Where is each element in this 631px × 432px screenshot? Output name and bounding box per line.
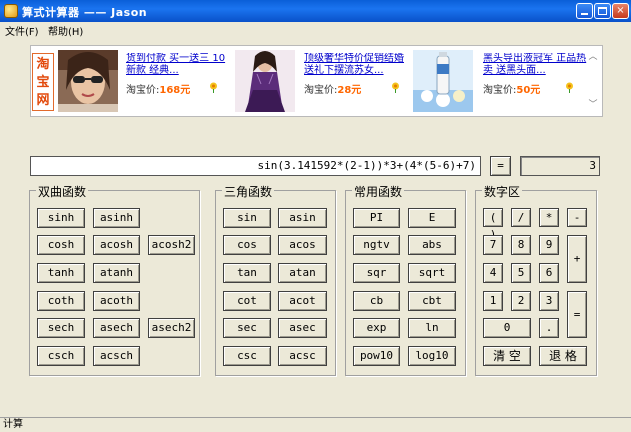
- ad-scroll-up-icon[interactable]: ︿: [587, 52, 599, 62]
- hyperbolic-group-title: 双曲函数: [36, 183, 89, 200]
- key-8-button[interactable]: 8: [511, 235, 531, 255]
- maximize-icon: [598, 7, 607, 15]
- ad-title-1[interactable]: 货到付款 买一送三 10新款 经典...: [126, 53, 234, 77]
- func-acsc-button[interactable]: acsc: [278, 346, 327, 366]
- key-parentheses-button[interactable]: ( ): [483, 208, 503, 241]
- key-0-button[interactable]: 0: [483, 318, 531, 338]
- digits-group-title: 数字区: [482, 183, 523, 200]
- equals-button[interactable]: =: [490, 156, 511, 176]
- func-csch-button[interactable]: csch: [37, 346, 85, 366]
- func-cb-button[interactable]: cb: [353, 291, 400, 311]
- ad-price-prefix: 淘宝价:: [483, 85, 517, 96]
- func-pow10-button[interactable]: pow10: [353, 346, 400, 366]
- func-tanh-button[interactable]: tanh: [37, 263, 85, 283]
- func-atan-button[interactable]: atan: [278, 263, 327, 283]
- func-abs-button[interactable]: abs: [408, 235, 456, 255]
- common-group-title: 常用函数: [352, 183, 405, 200]
- func-sec-button[interactable]: sec: [223, 318, 271, 338]
- flower-icon: [210, 82, 217, 93]
- func-tan-button[interactable]: tan: [223, 263, 271, 283]
- ad-price-1: 淘宝价:168元: [126, 81, 190, 96]
- key-minus-button[interactable]: -: [567, 208, 587, 227]
- func-ngtv-button[interactable]: ngtv: [353, 235, 400, 255]
- close-icon: ×: [616, 5, 625, 16]
- func-csc-button[interactable]: csc: [223, 346, 271, 366]
- func-cos-button[interactable]: cos: [223, 235, 271, 255]
- taobao-logo[interactable]: 淘宝网: [32, 53, 54, 111]
- ad-price-prefix: 淘宝价:: [126, 85, 160, 96]
- ad-image-1[interactable]: [58, 50, 118, 112]
- ad-price-3: 淘宝价:50元: [483, 81, 540, 96]
- func-sqrt-button[interactable]: sqrt: [408, 263, 456, 283]
- ad-scroll-down-icon[interactable]: ﹀: [587, 100, 599, 110]
- ad-image-3[interactable]: [413, 50, 473, 112]
- func-sin-button[interactable]: sin: [223, 208, 271, 228]
- func-pi-button[interactable]: PI: [353, 208, 400, 228]
- backspace-button[interactable]: 退 格: [539, 346, 587, 366]
- key-4-button[interactable]: 4: [483, 263, 503, 283]
- func-acosh2-button[interactable]: acosh2: [148, 235, 195, 255]
- maximize-button[interactable]: [594, 3, 611, 19]
- minimize-icon: [581, 13, 588, 15]
- func-exp-button[interactable]: exp: [353, 318, 400, 338]
- ad-price-prefix: 淘宝价:: [304, 85, 338, 96]
- func-sinh-button[interactable]: sinh: [37, 208, 85, 228]
- func-log10-button[interactable]: log10: [408, 346, 456, 366]
- func-asinh-button[interactable]: asinh: [93, 208, 140, 228]
- ad-title-3[interactable]: 黑头导出液冠军 正品热卖 送黑头面...: [483, 53, 591, 77]
- key-1-button[interactable]: 1: [483, 291, 503, 311]
- key-2-button[interactable]: 2: [511, 291, 531, 311]
- func-cosh-button[interactable]: cosh: [37, 235, 85, 255]
- ad-price-value: 168元: [159, 85, 191, 96]
- func-asec-button[interactable]: asec: [278, 318, 327, 338]
- key-equals-button[interactable]: =: [567, 291, 587, 338]
- close-button[interactable]: ×: [612, 3, 629, 19]
- expression-input[interactable]: sin(3.141592*(2-1))*3+(4*(5-6)+7): [30, 156, 481, 176]
- func-e-button[interactable]: E: [408, 208, 456, 228]
- func-cbt-button[interactable]: cbt: [408, 291, 456, 311]
- func-atanh-button[interactable]: atanh: [93, 263, 140, 283]
- ad-title-2[interactable]: 顶级奢华特价促销结婚送礼下摆流苏女...: [304, 53, 412, 77]
- flower-icon: [566, 82, 573, 93]
- key-7-button[interactable]: 7: [483, 235, 503, 255]
- func-acos-button[interactable]: acos: [278, 235, 327, 255]
- key-plus-button[interactable]: +: [567, 235, 587, 283]
- title-bar: 算式计算器 —— Jason ×: [0, 0, 631, 22]
- func-ln-button[interactable]: ln: [408, 318, 456, 338]
- func-acot-button[interactable]: acot: [278, 291, 327, 311]
- result-display: 3: [520, 156, 600, 176]
- window-title: 算式计算器 —— Jason: [22, 6, 148, 19]
- func-sqr-button[interactable]: sqr: [353, 263, 400, 283]
- key-3-button[interactable]: 3: [539, 291, 559, 311]
- func-cot-button[interactable]: cot: [223, 291, 271, 311]
- func-acoth-button[interactable]: acoth: [93, 291, 140, 311]
- menu-help[interactable]: 帮助(H): [48, 23, 83, 38]
- ad-banner: 淘宝网 货到付款 买一送三 10新款 经典... 淘宝价:168元 顶级奢华特价…: [30, 45, 603, 117]
- func-sech-button[interactable]: sech: [37, 318, 85, 338]
- func-asech-button[interactable]: asech: [93, 318, 140, 338]
- key-9-button[interactable]: 9: [539, 235, 559, 255]
- key-6-button[interactable]: 6: [539, 263, 559, 283]
- func-acsch-button[interactable]: acsch: [93, 346, 140, 366]
- clear-button[interactable]: 清 空: [483, 346, 531, 366]
- func-asin-button[interactable]: asin: [278, 208, 327, 228]
- ad-price-2: 淘宝价:28元: [304, 81, 361, 96]
- app-icon: [4, 4, 18, 18]
- func-acosh-button[interactable]: acosh: [93, 235, 140, 255]
- key-decimal-button[interactable]: .: [539, 318, 559, 338]
- func-asech2-button[interactable]: asech2: [148, 318, 195, 338]
- minimize-button[interactable]: [576, 3, 593, 19]
- key-divide-button[interactable]: /: [511, 208, 531, 227]
- ad-price-value: 50元: [516, 85, 541, 96]
- status-bar: 计算: [0, 417, 631, 432]
- flower-icon: [392, 82, 399, 93]
- menu-bar: 文件(F) 帮助(H): [0, 22, 631, 38]
- ad-image-2[interactable]: [235, 50, 295, 112]
- func-coth-button[interactable]: coth: [37, 291, 85, 311]
- ad-price-value: 28元: [337, 85, 362, 96]
- menu-file[interactable]: 文件(F): [5, 23, 39, 38]
- key-5-button[interactable]: 5: [511, 263, 531, 283]
- trig-group-title: 三角函数: [222, 183, 275, 200]
- key-multiply-button[interactable]: *: [539, 208, 559, 227]
